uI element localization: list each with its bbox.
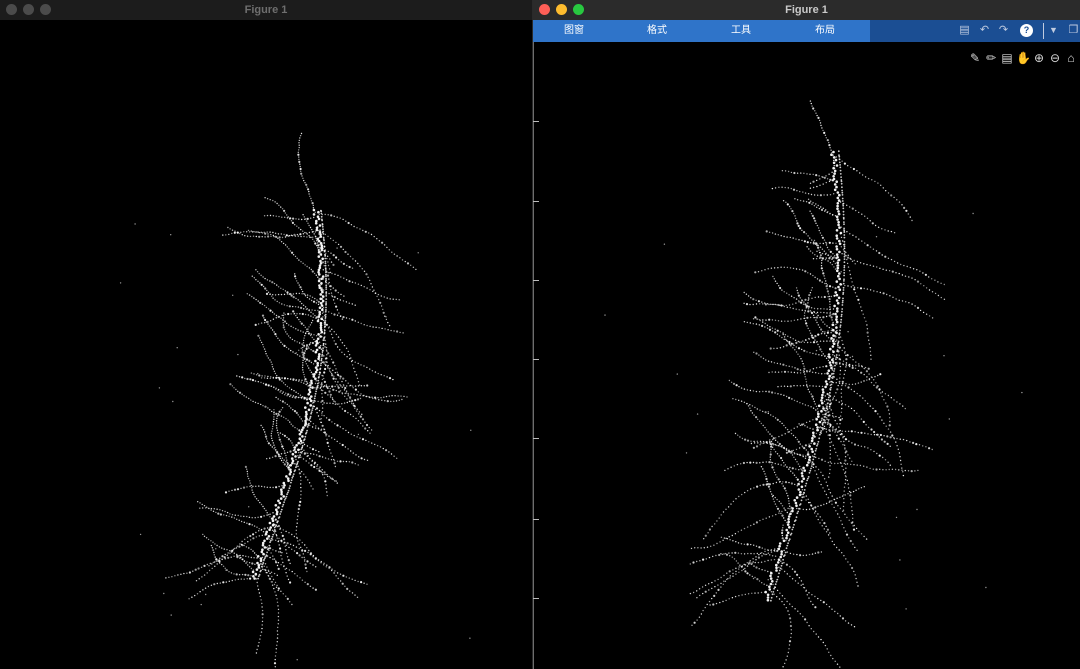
zoom-in-icon[interactable]: ⊕ [1032, 50, 1046, 66]
tab-format[interactable]: 格式 [615, 20, 699, 42]
tab-figure[interactable]: 图窗 [533, 20, 615, 42]
left-figure-window: Figure 1 [0, 0, 532, 669]
brush-icon[interactable]: ✎ [968, 50, 982, 66]
pan-icon[interactable]: ✋ [1016, 50, 1031, 66]
zoom-out-icon[interactable]: ⊖ [1048, 50, 1062, 66]
zoom-button[interactable] [573, 4, 584, 15]
left-window-title: Figure 1 [244, 4, 288, 16]
export-icon[interactable]: ▤ [1000, 50, 1014, 66]
toggle-icon[interactable]: ▼ [1047, 24, 1060, 37]
close-button[interactable] [6, 4, 17, 15]
quick-access-toolstrip: ▤ ↶ ↷ ? ▼ ❐ [870, 20, 1080, 42]
right-window-title: Figure 1 [785, 4, 828, 16]
left-title-bar[interactable]: Figure 1 [0, 0, 532, 20]
tab-tools[interactable]: 工具 [699, 20, 783, 42]
tab-layout[interactable]: 布局 [783, 20, 867, 42]
right-window-controls [539, 4, 584, 15]
left-window-controls [6, 4, 51, 15]
save-icon[interactable]: ▤ [958, 24, 971, 37]
right-title-bar[interactable]: Figure 1 [533, 0, 1080, 20]
zoom-button[interactable] [40, 4, 51, 15]
help-icon[interactable]: ? [1020, 24, 1033, 37]
axes-toolbar: ✎ ✏ ▤ ✋ ⊕ ⊖ ⌂ [968, 50, 1078, 66]
home-icon[interactable]: ⌂ [1064, 50, 1078, 66]
toolstrip-separator [1043, 23, 1044, 39]
undo-icon[interactable]: ↶ [978, 24, 991, 37]
minimize-button[interactable] [23, 4, 34, 15]
redo-icon[interactable]: ↷ [997, 24, 1010, 37]
undock-icon[interactable]: ❐ [1067, 24, 1080, 37]
datatip-icon[interactable]: ✏ [984, 50, 998, 66]
close-button[interactable] [539, 4, 550, 15]
minimize-button[interactable] [556, 4, 567, 15]
right-figure-window: Figure 1 图窗 格式 工具 布局 ▤ ↶ ↷ ? ▼ ❐ ✎ ✏ ▤ ✋… [533, 0, 1080, 669]
left-point-cloud-plot[interactable] [0, 20, 532, 669]
right-point-cloud-plot[interactable] [533, 42, 1080, 669]
